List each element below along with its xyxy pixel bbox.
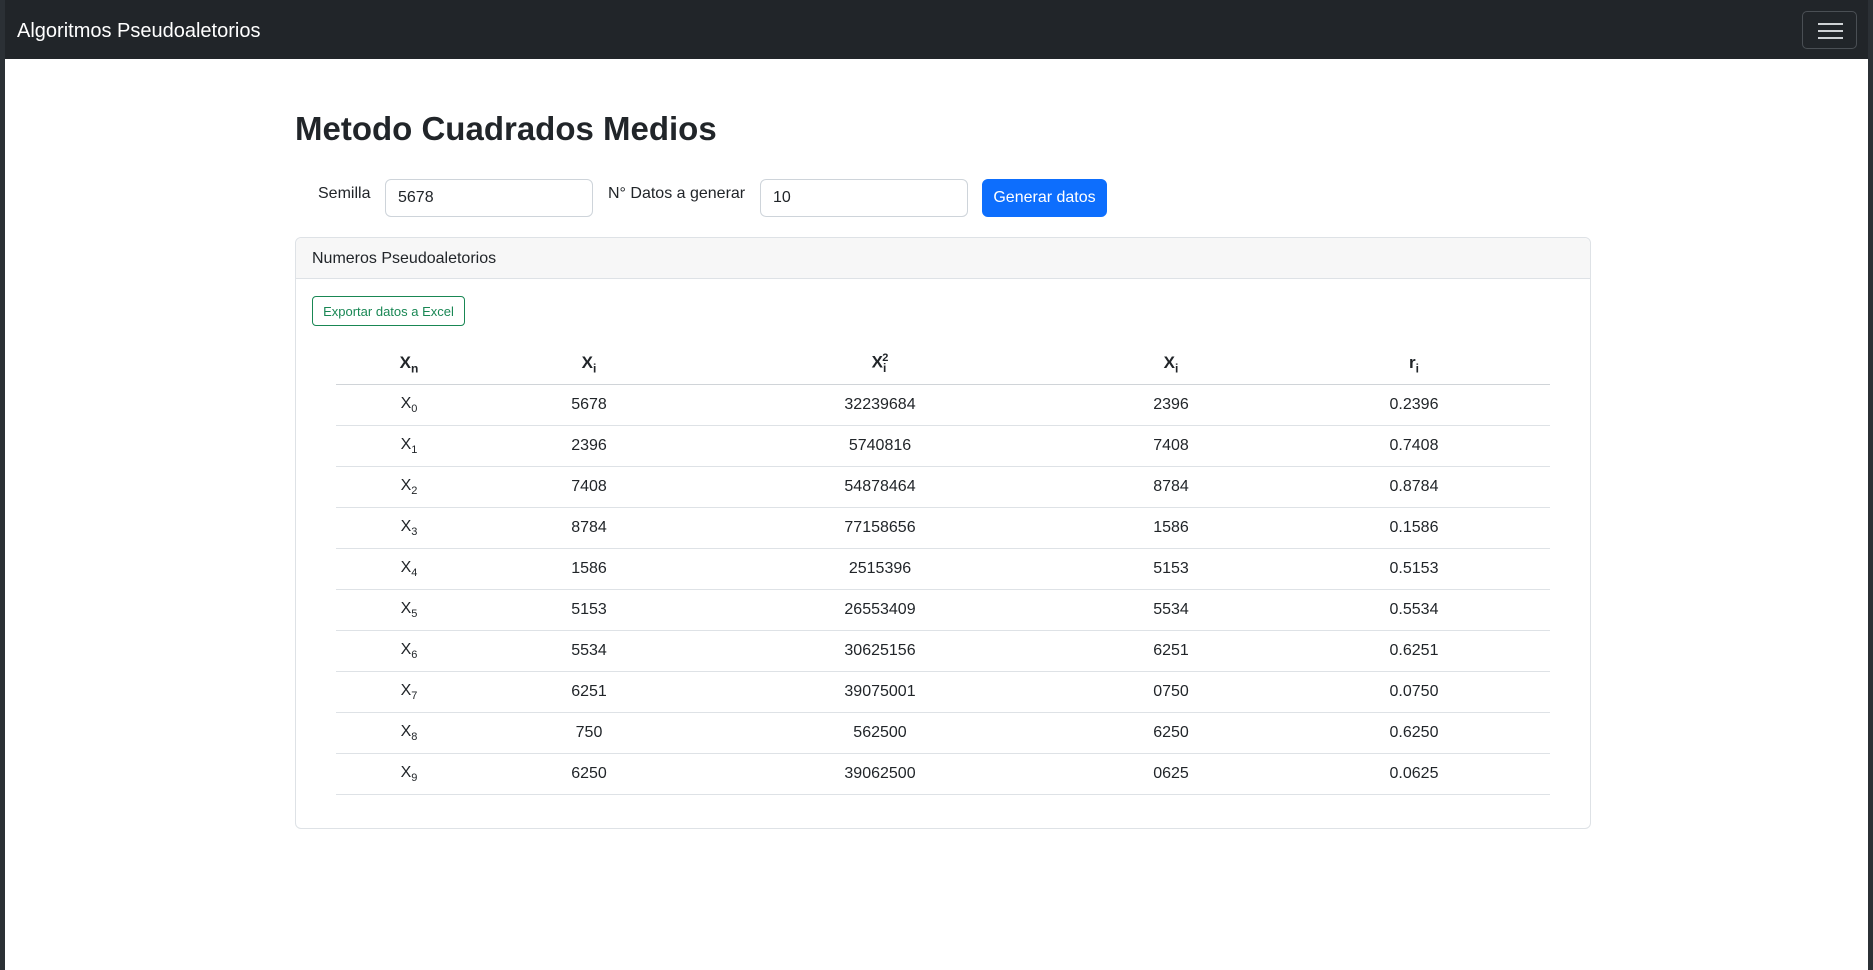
random-number-cell: 0.5534 [1278,589,1550,631]
hamburger-icon [1818,23,1843,25]
xi-squared-cell: 2515396 [696,548,1064,590]
xi-squared-cell: 54878464 [696,466,1064,508]
column-header: ri [1278,344,1550,385]
card-header: Numeros Pseudoaletorios [296,238,1590,279]
generate-button[interactable]: Generar datos [982,179,1107,217]
row-index-cell: X6 [336,630,482,672]
xi-squared-cell: 26553409 [696,589,1064,631]
random-number-cell: 0.7408 [1278,425,1550,467]
row-index-cell: X2 [336,466,482,508]
middle-digits-cell: 6251 [1064,630,1278,672]
xi-squared-cell: 39075001 [696,671,1064,713]
middle-digits-cell: 2396 [1064,384,1278,426]
xi-cell: 5153 [482,589,696,631]
middle-digits-cell: 5534 [1064,589,1278,631]
app-window: Algoritmos Pseudoaletorios Metodo Cuadra… [5,0,1868,970]
table-row: X6 5534 30625156 6251 0.6251 [336,630,1550,672]
column-header: Xi [1064,344,1278,385]
xi-squared-cell: 30625156 [696,630,1064,672]
table-body: X0 5678 32239684 2396 0.2396 X1 2396 5740816 740… [336,384,1550,795]
xi-squared-cell: 5740816 [696,425,1064,467]
xi-cell: 5678 [482,384,696,426]
xi-cell: 7408 [482,466,696,508]
row-index-cell: X0 [336,384,482,426]
random-number-cell: 0.6250 [1278,712,1550,754]
xi-cell: 6250 [482,753,696,795]
xi-cell: 6251 [482,671,696,713]
hamburger-icon-line [1818,30,1843,32]
table-header-row: Xn Xi Xi2 Xi ri [336,344,1550,385]
xi-squared-cell: 562500 [696,712,1064,754]
row-index-cell: X3 [336,507,482,549]
table-row: X3 8784 77158656 1586 0.1586 [336,507,1550,549]
count-input[interactable] [760,179,968,217]
random-number-cell: 0.1586 [1278,507,1550,549]
table-row: X0 5678 32239684 2396 0.2396 [336,384,1550,426]
table-row: X9 6250 39062500 0625 0.0625 [336,753,1550,795]
xi-squared-cell: 77158656 [696,507,1064,549]
row-index-cell: X9 [336,753,482,795]
middle-digits-cell: 1586 [1064,507,1278,549]
navbar-brand[interactable]: Algoritmos Pseudoaletorios [17,19,260,43]
table-row: X5 5153 26553409 5534 0.5534 [336,589,1550,631]
xi-cell: 5534 [482,630,696,672]
middle-digits-cell: 5153 [1064,548,1278,590]
random-number-cell: 0.5153 [1278,548,1550,590]
random-number-cell: 0.2396 [1278,384,1550,426]
random-number-cell: 0.0625 [1278,753,1550,795]
column-header: Xi2 [696,344,1064,385]
column-header: Xi [482,344,696,385]
table-row: X2 7408 54878464 8784 0.8784 [336,466,1550,508]
page-title: Metodo Cuadrados Medios [295,110,717,147]
middle-digits-cell: 0750 [1064,671,1278,713]
table-row: X1 2396 5740816 7408 0.7408 [336,425,1550,467]
table-row: X4 1586 2515396 5153 0.5153 [336,548,1550,590]
seed-label: Semilla [318,185,371,202]
menu-toggle-button[interactable] [1802,11,1857,49]
row-index-cell: X8 [336,712,482,754]
table-row: X8 750 562500 6250 0.6250 [336,712,1550,754]
row-index-cell: X5 [336,589,482,631]
middle-digits-cell: 7408 [1064,425,1278,467]
xi-cell: 8784 [482,507,696,549]
navbar: Algoritmos Pseudoaletorios [5,0,1868,59]
xi-cell: 1586 [482,548,696,590]
column-header: Xn [336,344,482,385]
seed-input[interactable] [385,179,593,217]
row-index-cell: X1 [336,425,482,467]
random-number-cell: 0.0750 [1278,671,1550,713]
count-label: N° Datos a generar [608,185,746,202]
xi-squared-cell: 39062500 [696,753,1064,795]
row-index-cell: X4 [336,548,482,590]
table-row: X7 6251 39075001 0750 0.0750 [336,671,1550,713]
results-card: Numeros Pseudoaletorios Exportar datos a… [295,237,1591,829]
xi-cell: 750 [482,712,696,754]
row-index-cell: X7 [336,671,482,713]
xi-squared-cell: 32239684 [696,384,1064,426]
xi-cell: 2396 [482,425,696,467]
hamburger-icon-line [1818,37,1843,39]
middle-digits-cell: 8784 [1064,466,1278,508]
middle-digits-cell: 0625 [1064,753,1278,795]
random-number-cell: 0.8784 [1278,466,1550,508]
middle-digits-cell: 6250 [1064,712,1278,754]
results-table: Xn Xi Xi2 Xi ri X0 5678 32239684 2396 0.2396 X1 23… [336,344,1550,795]
export-excel-button[interactable]: Exportar datos a Excel [312,296,465,326]
random-number-cell: 0.6251 [1278,630,1550,672]
